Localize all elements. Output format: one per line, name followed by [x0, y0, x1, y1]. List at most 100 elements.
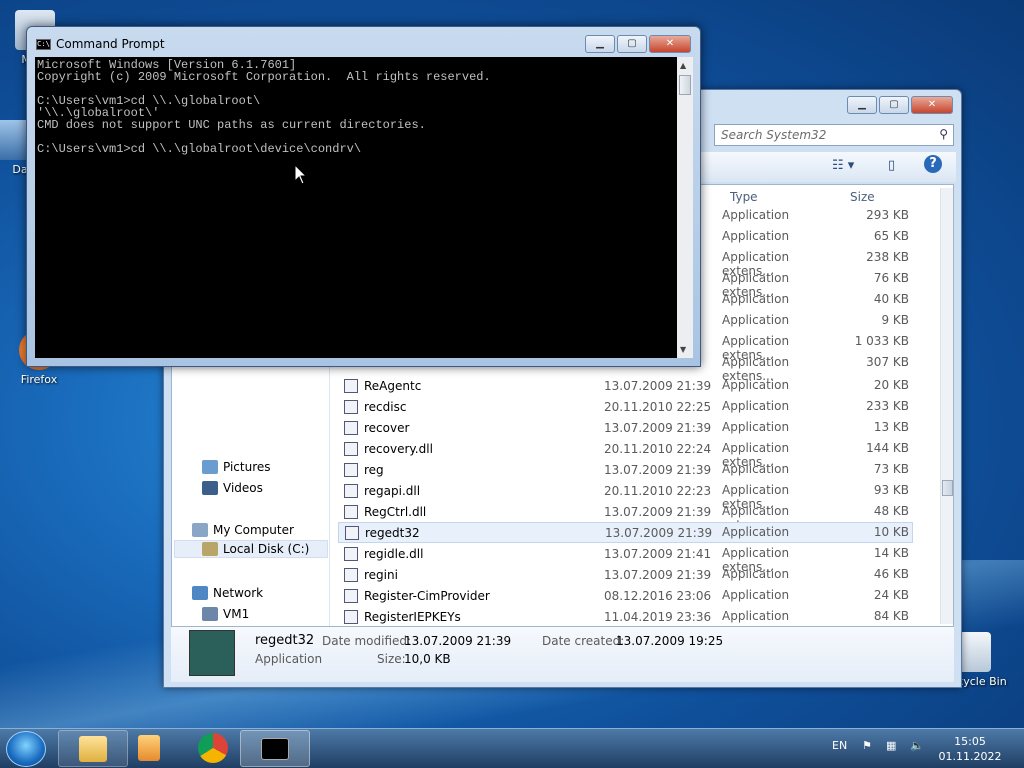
file-type-cell: Application — [722, 420, 790, 434]
preview-pane-icon[interactable]: ▯ — [888, 158, 895, 173]
scrollbar-thumb[interactable] — [942, 480, 953, 496]
file-icon — [344, 504, 358, 519]
file-size-cell: 144 KB — [866, 441, 909, 455]
file-type-cell: Application — [722, 462, 790, 476]
explorer-toolbar: ☷ ▾ ▯ ? — [694, 152, 956, 182]
system-clock[interactable]: 15:05 01.11.2022 — [930, 734, 1010, 764]
file-size-cell: 13 KB — [873, 420, 909, 434]
file-type-cell: Application — [722, 525, 790, 539]
taskbar-chrome[interactable] — [178, 730, 248, 767]
view-options-icon[interactable]: ☷ ▾ — [832, 158, 854, 173]
details-file-kind: Application — [255, 652, 323, 666]
file-icon — [344, 420, 358, 435]
nav-item-vm1[interactable]: VM1 — [202, 607, 249, 621]
drive-icon — [202, 542, 218, 556]
file-size-cell: 14 KB — [873, 546, 909, 560]
file-type-cell: Application — [722, 378, 790, 392]
start-button[interactable] — [6, 731, 46, 767]
file-size-cell: 46 KB — [873, 567, 909, 581]
file-name: recover — [364, 420, 410, 435]
file-name: regapi.dll — [364, 483, 421, 498]
minimize-button[interactable]: ▁ — [585, 35, 615, 53]
nav-item-my-computer[interactable]: My Computer — [192, 523, 294, 537]
volume-icon[interactable]: 🔈 — [910, 739, 924, 752]
file-size-cell: 24 KB — [873, 588, 909, 602]
file-type-cell: Application — [722, 313, 790, 327]
file-name: recovery.dll — [364, 441, 433, 456]
file-type-cell: Application — [722, 208, 790, 222]
file-list-scrollbar[interactable] — [940, 188, 953, 624]
regedit-icon — [189, 630, 235, 676]
console-scrollbar[interactable]: ▲ ▼ — [677, 57, 693, 358]
file-icon — [344, 546, 358, 561]
close-button[interactable]: ✕ — [911, 96, 953, 114]
search-input[interactable]: Search System32 ⚲ — [714, 124, 954, 146]
scroll-up-icon[interactable]: ▲ — [680, 61, 686, 70]
file-date: 08.12.2016 23:06 — [604, 588, 712, 603]
folder-icon — [79, 736, 107, 762]
file-icon — [344, 399, 358, 414]
file-date: 13.07.2009 21:39 — [605, 525, 713, 540]
maximize-button[interactable]: ▢ — [879, 96, 909, 114]
file-date: 20.11.2010 22:24 — [604, 441, 712, 456]
details-pane: regedt32 Application Date modified: 13.0… — [171, 627, 954, 682]
details-size-label: Size: — [377, 652, 406, 666]
file-size-cell: 10 KB — [873, 525, 909, 539]
search-icon[interactable]: ⚲ — [939, 127, 948, 141]
details-created-value: 13.07.2009 19:25 — [616, 634, 724, 648]
file-name: Register-CimProvider — [364, 588, 490, 603]
help-icon[interactable]: ? — [924, 155, 942, 173]
details-modified-label: Date modified: — [322, 634, 412, 648]
file-size-cell: 84 KB — [873, 609, 909, 623]
details-size-value: 10,0 KB — [404, 652, 451, 666]
file-date: 13.07.2009 21:39 — [604, 420, 712, 435]
file-date: 13.07.2009 21:39 — [604, 567, 712, 582]
taskbar-command-prompt[interactable] — [240, 730, 310, 767]
recycle-bin-icon — [959, 632, 991, 672]
file-size-cell: 65 KB — [873, 229, 909, 243]
file-name: RegisterIEPKEYs — [364, 609, 461, 624]
nav-item-network[interactable]: Network — [192, 586, 263, 600]
chrome-icon — [198, 733, 228, 763]
file-icon — [344, 483, 358, 498]
cmd-window-controls: ▁ ▢ ✕ — [585, 35, 691, 53]
column-header-type[interactable]: Type — [730, 190, 758, 204]
taskbar: EN ⚑ ▦ 🔈 15:05 01.11.2022 — [0, 728, 1024, 768]
arrow-cursor-icon — [294, 163, 308, 185]
file-type-cell: Application — [722, 399, 790, 413]
file-date: 20.11.2010 22:25 — [604, 399, 712, 414]
file-size-cell: 40 KB — [873, 292, 909, 306]
network-status-icon[interactable]: ▦ — [886, 739, 896, 752]
file-date: 13.07.2009 21:39 — [604, 378, 712, 393]
window-title: Command Prompt — [56, 37, 165, 51]
details-modified-value: 13.07.2009 21:39 — [404, 634, 512, 648]
file-date: 13.07.2009 21:39 — [604, 504, 712, 519]
file-type-cell: Application — [722, 588, 790, 602]
file-size-cell: 1 033 KB — [854, 334, 909, 348]
command-prompt-window[interactable]: C:\ Command Prompt ▁ ▢ ✕ Microsoft Windo… — [26, 26, 701, 367]
maximize-button[interactable]: ▢ — [617, 35, 647, 53]
file-size-cell: 307 KB — [866, 355, 909, 369]
computer-icon — [202, 607, 218, 621]
minimize-button[interactable]: ▁ — [847, 96, 877, 114]
file-date: 13.07.2009 21:41 — [604, 546, 712, 561]
file-name: RegCtrl.dll — [364, 504, 427, 519]
console-output[interactable]: Microsoft Windows [Version 6.1.7601] Cop… — [35, 57, 677, 358]
nav-item-pictures[interactable]: Pictures — [202, 460, 271, 474]
nav-item-videos[interactable]: Videos — [202, 481, 263, 495]
file-type-cell: Application — [722, 567, 790, 581]
file-name: reg — [364, 462, 384, 477]
action-center-icon[interactable]: ⚑ — [862, 739, 872, 752]
file-size-cell: 238 KB — [866, 250, 909, 264]
file-size-cell: 233 KB — [866, 399, 909, 413]
column-header-size[interactable]: Size — [850, 190, 875, 204]
close-button[interactable]: ✕ — [649, 35, 691, 53]
scroll-down-icon[interactable]: ▼ — [680, 345, 686, 354]
language-indicator[interactable]: EN — [832, 739, 847, 752]
nav-item-local-disk[interactable]: Local Disk (C:) — [174, 540, 328, 558]
clock-time: 15:05 — [954, 735, 986, 748]
file-size-cell: 73 KB — [873, 462, 909, 476]
media-player-icon — [138, 735, 160, 761]
cmd-icon — [261, 738, 289, 760]
scrollbar-thumb[interactable] — [679, 75, 691, 95]
